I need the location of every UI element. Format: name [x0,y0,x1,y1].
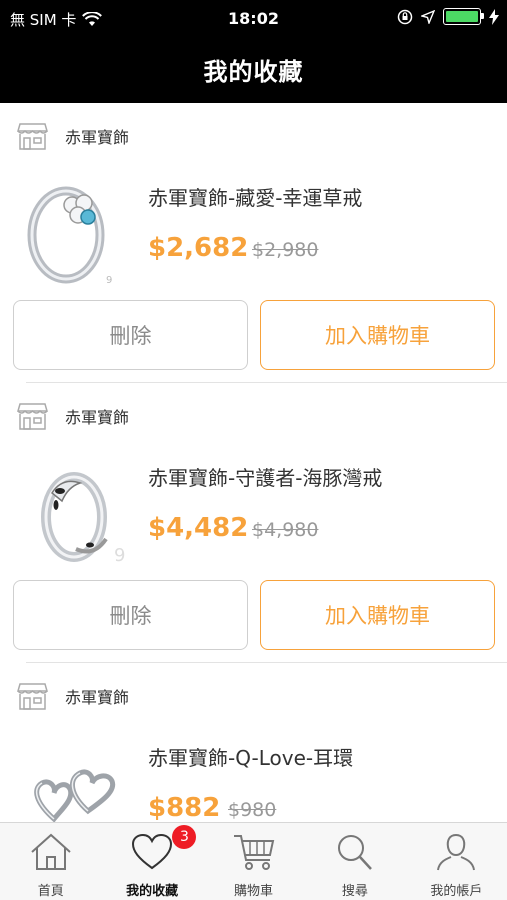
status-bar: 無 SIM 卡 18:02 [0,0,507,36]
favorite-item: 赤軍寶飾 9 赤軍寶飾-守護者-海豚灣戒 $4,482 $4,980 刪除 加入… [0,383,507,663]
battery-icon [443,8,484,25]
favorites-count-badge: 3 [172,825,197,849]
add-to-cart-button[interactable]: 加入購物車 [260,300,495,370]
tab-label: 我的帳戶 [430,884,483,899]
store-name: 赤軍寶飾 [65,407,130,427]
store-header[interactable]: 赤軍寶飾 [17,680,129,711]
delete-button[interactable]: 刪除 [13,580,248,650]
store-name: 赤軍寶飾 [65,687,130,707]
person-icon [437,833,476,871]
product-image[interactable]: 9 [18,173,140,291]
delete-button[interactable]: 刪除 [13,300,248,370]
tab-favorites[interactable]: 3 我的收藏 [101,823,202,900]
tab-bar: 首頁 3 我的收藏 購物車 搜尋 我的帳戶 [0,822,507,900]
original-price: $2,980 [252,239,319,261]
home-icon [31,833,71,870]
search-icon [337,835,372,870]
product-name[interactable]: 赤軍寶飾-Q-Love-耳環 [148,742,353,771]
tab-search[interactable]: 搜尋 [304,823,405,900]
store-icon [17,123,48,150]
tab-home[interactable]: 首頁 [0,823,101,900]
original-price: $4,980 [252,519,319,541]
product-name[interactable]: 赤軍寶飾-守護者-海豚灣戒 [148,462,382,491]
favorite-item: 赤軍寶飾 赤軍寶飾-Q-Love-耳環 $882 $980 [0,663,507,822]
product-name[interactable]: 赤軍寶飾-藏愛-幸運草戒 [148,182,362,211]
product-image[interactable] [18,733,140,822]
orientation-lock-icon [397,9,413,24]
add-to-cart-button[interactable]: 加入購物車 [260,580,495,650]
svg-text:9: 9 [106,275,112,286]
favorite-item: 赤軍寶飾 9 赤軍寶飾-藏愛-幸運草戒 $2,682 $2,980 刪除 加入購… [0,103,507,383]
store-header[interactable]: 赤軍寶飾 [17,120,129,151]
product-image[interactable]: 9 [18,453,140,571]
sale-price: $2,682 [148,233,249,263]
page-title: 我的收藏 [203,58,304,86]
tab-label: 購物車 [234,884,274,899]
store-icon [17,403,48,430]
top-bar: 無 SIM 卡 18:02 我的收藏 [0,0,507,103]
sale-price: $4,482 [148,513,249,543]
charging-icon [489,8,499,25]
tab-label: 我的收藏 [126,884,179,899]
tab-label: 首頁 [37,884,64,899]
svg-text:9: 9 [114,545,125,566]
tab-cart[interactable]: 購物車 [203,823,304,900]
cart-icon [233,835,274,870]
tab-label: 搜尋 [341,884,368,899]
store-name: 赤軍寶飾 [65,127,130,147]
heart-icon [132,833,173,870]
store-icon [17,683,48,710]
sale-price: $882 [148,793,221,822]
store-header[interactable]: 赤軍寶飾 [17,400,129,431]
location-arrow-icon [421,9,435,24]
tab-account[interactable]: 我的帳戶 [406,823,507,900]
favorites-list[interactable]: 赤軍寶飾 9 赤軍寶飾-藏愛-幸運草戒 $2,682 $2,980 刪除 加入購… [0,103,507,822]
original-price: $980 [228,799,277,821]
